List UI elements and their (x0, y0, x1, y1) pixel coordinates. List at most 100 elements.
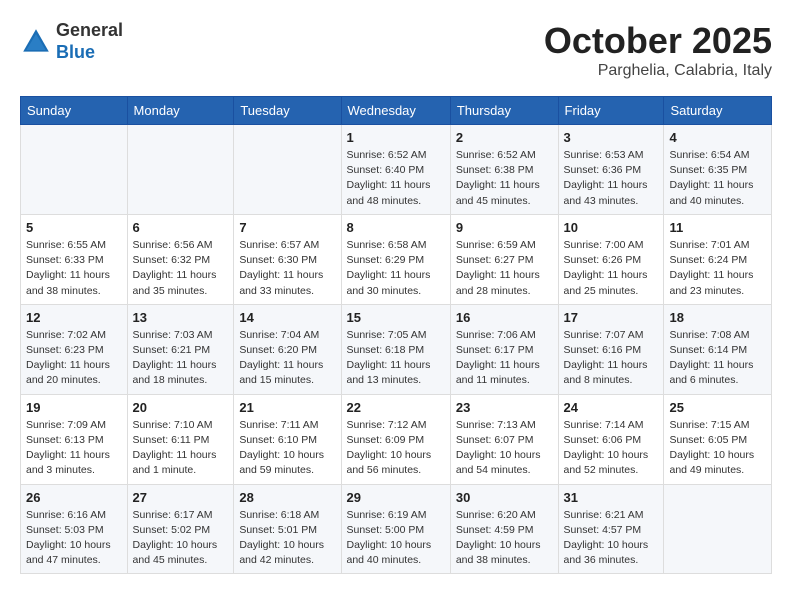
logo-general-text: General (56, 20, 123, 42)
day-number: 20 (133, 400, 229, 415)
weekday-header-saturday: Saturday (664, 97, 772, 125)
day-info: Sunrise: 6:19 AM Sunset: 5:00 PM Dayligh… (347, 508, 445, 569)
day-number: 19 (26, 400, 122, 415)
day-number: 23 (456, 400, 553, 415)
day-info: Sunrise: 7:08 AM Sunset: 6:14 PM Dayligh… (669, 328, 766, 389)
day-info: Sunrise: 6:17 AM Sunset: 5:02 PM Dayligh… (133, 508, 229, 569)
day-info: Sunrise: 7:01 AM Sunset: 6:24 PM Dayligh… (669, 238, 766, 299)
calendar-cell: 1 Sunrise: 6:52 AM Sunset: 6:40 PM Daylig… (341, 125, 450, 215)
calendar-cell: 11Sunrise: 7:01 AM Sunset: 6:24 PM Dayli… (664, 214, 772, 304)
weekday-header-thursday: Thursday (450, 97, 558, 125)
day-number: 14 (239, 310, 335, 325)
day-info: Sunrise: 7:03 AM Sunset: 6:21 PM Dayligh… (133, 328, 229, 389)
day-number: 10 (564, 220, 659, 235)
calendar-cell: 19 Sunrise: 7:09 AM Sunset: 6:13 PM Dayli… (21, 394, 128, 484)
calendar-cell: 15 Sunrise: 7:05 AM Sunset: 6:18 PM Dayli… (341, 304, 450, 394)
logo: General Blue (20, 20, 123, 63)
day-info: Sunrise: 7:09 AM Sunset: 6:13 PM Dayligh… (26, 418, 122, 479)
day-number: 8 (347, 220, 445, 235)
day-info: Sunrise: 7:11 AM Sunset: 6:10 PM Dayligh… (239, 418, 335, 479)
day-info: Sunrise: 6:20 AM Sunset: 4:59 PM Dayligh… (456, 508, 553, 569)
calendar-cell: 10 Sunrise: 7:00 AM Sunset: 6:26 PM Dayli… (558, 214, 664, 304)
day-info: Sunrise: 6:52 AM Sunset: 6:40 PM Dayligh… (347, 148, 445, 209)
day-info: Sunrise: 7:15 AM Sunset: 6:05 PM Dayligh… (669, 418, 766, 479)
day-info: Sunrise: 7:02 AM Sunset: 6:23 PM Dayligh… (26, 328, 122, 389)
day-info: Sunrise: 6:54 AM Sunset: 6:35 PM Dayligh… (669, 148, 766, 209)
day-info: Sunrise: 6:59 AM Sunset: 6:27 PM Dayligh… (456, 238, 553, 299)
day-info: Sunrise: 7:06 AM Sunset: 6:17 PM Dayligh… (456, 328, 553, 389)
day-number: 27 (133, 490, 229, 505)
title-block: October 2025 Parghelia, Calabria, Italy (544, 20, 772, 80)
calendar-cell: 29Sunrise: 6:19 AM Sunset: 5:00 PM Dayli… (341, 484, 450, 574)
weekday-header-sunday: Sunday (21, 97, 128, 125)
day-number: 9 (456, 220, 553, 235)
weekday-header-wednesday: Wednesday (341, 97, 450, 125)
calendar-cell: 2Sunrise: 6:52 AM Sunset: 6:38 PM Daylig… (450, 125, 558, 215)
day-info: Sunrise: 7:14 AM Sunset: 6:06 PM Dayligh… (564, 418, 659, 479)
weekday-header-friday: Friday (558, 97, 664, 125)
day-info: Sunrise: 7:00 AM Sunset: 6:26 PM Dayligh… (564, 238, 659, 299)
calendar-cell: 18 Sunrise: 7:08 AM Sunset: 6:14 PM Dayli… (664, 304, 772, 394)
day-number: 24 (564, 400, 659, 415)
calendar-cell: 26Sunrise: 6:16 AM Sunset: 5:03 PM Dayli… (21, 484, 128, 574)
calendar-week-row: 26Sunrise: 6:16 AM Sunset: 5:03 PM Dayli… (21, 484, 772, 574)
day-number: 5 (26, 220, 122, 235)
month-title: October 2025 (544, 20, 772, 62)
day-number: 22 (347, 400, 445, 415)
calendar-cell: 25 Sunrise: 7:15 AM Sunset: 6:05 PM Dayli… (664, 394, 772, 484)
calendar-cell: 21 Sunrise: 7:11 AM Sunset: 6:10 PM Dayli… (234, 394, 341, 484)
day-number: 1 (347, 130, 445, 145)
calendar-week-row: 19 Sunrise: 7:09 AM Sunset: 6:13 PM Dayli… (21, 394, 772, 484)
calendar-cell: 4 Sunrise: 6:54 AM Sunset: 6:35 PM Daylig… (664, 125, 772, 215)
day-number: 30 (456, 490, 553, 505)
day-number: 15 (347, 310, 445, 325)
calendar-cell: 30 Sunrise: 6:20 AM Sunset: 4:59 PM Dayli… (450, 484, 558, 574)
day-number: 25 (669, 400, 766, 415)
calendar-week-row: 5 Sunrise: 6:55 AM Sunset: 6:33 PM Daylig… (21, 214, 772, 304)
logo-icon (20, 26, 52, 58)
calendar-cell: 3Sunrise: 6:53 AM Sunset: 6:36 PM Daylig… (558, 125, 664, 215)
day-number: 26 (26, 490, 122, 505)
day-number: 16 (456, 310, 553, 325)
day-info: Sunrise: 7:13 AM Sunset: 6:07 PM Dayligh… (456, 418, 553, 479)
day-number: 31 (564, 490, 659, 505)
day-number: 4 (669, 130, 766, 145)
calendar-cell (127, 125, 234, 215)
day-info: Sunrise: 7:07 AM Sunset: 6:16 PM Dayligh… (564, 328, 659, 389)
day-number: 13 (133, 310, 229, 325)
calendar-cell (21, 125, 128, 215)
day-info: Sunrise: 7:10 AM Sunset: 6:11 PM Dayligh… (133, 418, 229, 479)
calendar-cell: 22Sunrise: 7:12 AM Sunset: 6:09 PM Dayli… (341, 394, 450, 484)
calendar-cell: 16 Sunrise: 7:06 AM Sunset: 6:17 PM Dayli… (450, 304, 558, 394)
day-number: 12 (26, 310, 122, 325)
calendar-cell: 20 Sunrise: 7:10 AM Sunset: 6:11 PM Dayli… (127, 394, 234, 484)
weekday-header-row: SundayMondayTuesdayWednesdayThursdayFrid… (21, 97, 772, 125)
day-number: 17 (564, 310, 659, 325)
calendar-cell: 7 Sunrise: 6:57 AM Sunset: 6:30 PM Daylig… (234, 214, 341, 304)
day-info: Sunrise: 7:05 AM Sunset: 6:18 PM Dayligh… (347, 328, 445, 389)
calendar-cell: 5 Sunrise: 6:55 AM Sunset: 6:33 PM Daylig… (21, 214, 128, 304)
day-info: Sunrise: 6:55 AM Sunset: 6:33 PM Dayligh… (26, 238, 122, 299)
logo-blue-text: Blue (56, 42, 123, 64)
calendar-cell: 8Sunrise: 6:58 AM Sunset: 6:29 PM Daylig… (341, 214, 450, 304)
page-header: General Blue October 2025 Parghelia, Cal… (20, 20, 772, 80)
day-info: Sunrise: 6:21 AM Sunset: 4:57 PM Dayligh… (564, 508, 659, 569)
day-number: 7 (239, 220, 335, 235)
calendar-cell: 27 Sunrise: 6:17 AM Sunset: 5:02 PM Dayli… (127, 484, 234, 574)
day-number: 28 (239, 490, 335, 505)
day-number: 21 (239, 400, 335, 415)
day-info: Sunrise: 6:57 AM Sunset: 6:30 PM Dayligh… (239, 238, 335, 299)
day-info: Sunrise: 6:18 AM Sunset: 5:01 PM Dayligh… (239, 508, 335, 569)
calendar-table: SundayMondayTuesdayWednesdayThursdayFrid… (20, 96, 772, 574)
calendar-week-row: 12 Sunrise: 7:02 AM Sunset: 6:23 PM Dayli… (21, 304, 772, 394)
day-number: 18 (669, 310, 766, 325)
day-number: 3 (564, 130, 659, 145)
calendar-cell: 28 Sunrise: 6:18 AM Sunset: 5:01 PM Dayli… (234, 484, 341, 574)
day-info: Sunrise: 6:56 AM Sunset: 6:32 PM Dayligh… (133, 238, 229, 299)
calendar-cell: 24 Sunrise: 7:14 AM Sunset: 6:06 PM Dayli… (558, 394, 664, 484)
weekday-header-tuesday: Tuesday (234, 97, 341, 125)
day-info: Sunrise: 7:04 AM Sunset: 6:20 PM Dayligh… (239, 328, 335, 389)
calendar-cell: 9 Sunrise: 6:59 AM Sunset: 6:27 PM Daylig… (450, 214, 558, 304)
day-info: Sunrise: 6:52 AM Sunset: 6:38 PM Dayligh… (456, 148, 553, 209)
calendar-week-row: 1 Sunrise: 6:52 AM Sunset: 6:40 PM Daylig… (21, 125, 772, 215)
